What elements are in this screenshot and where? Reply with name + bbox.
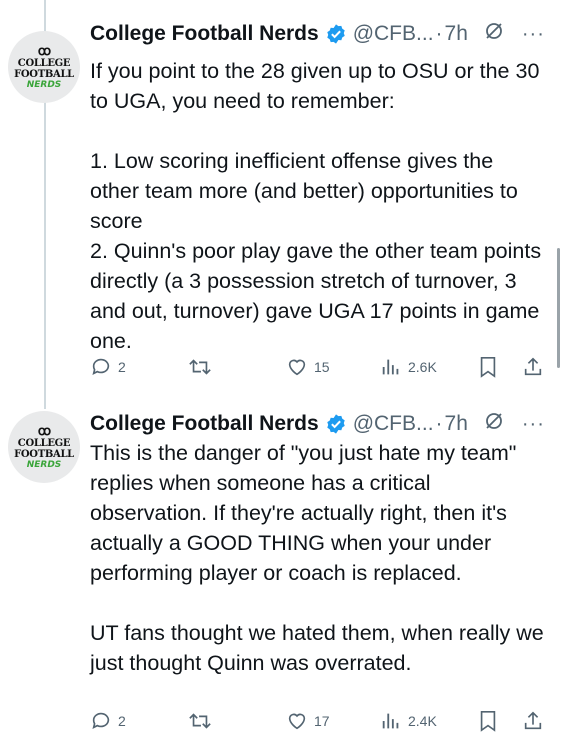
- reply-button[interactable]: 2: [90, 356, 126, 378]
- tweet-actions: 2 17 2.4K: [90, 710, 552, 740]
- views-icon: [382, 713, 399, 729]
- bookmark-button[interactable]: [478, 356, 498, 378]
- reply-icon: [92, 358, 110, 375]
- tweet-text: If you point to the 28 given up to OSU o…: [90, 59, 542, 353]
- views-count: 2.4K: [408, 713, 437, 729]
- avatar-text-football: FOOTBALL: [14, 448, 74, 460]
- avatar-text-college: COLLEGE: [17, 437, 71, 449]
- timestamp[interactable]: 7h: [445, 22, 468, 46]
- reply-count: 2: [118, 713, 126, 729]
- views-button[interactable]: 2.4K: [380, 710, 437, 732]
- reply-icon: [92, 712, 110, 729]
- grok-icon[interactable]: [484, 411, 504, 437]
- avatar[interactable]: ꝏ COLLEGE FOOTBALL NERDS: [8, 411, 80, 483]
- like-count: 15: [314, 359, 330, 375]
- views-count: 2.6K: [408, 359, 437, 375]
- retweet-icon: [189, 713, 211, 729]
- tweet-header: College Football Nerds @CFB... · 7h ···: [90, 406, 554, 442]
- views-button[interactable]: 2.6K: [380, 356, 437, 378]
- avatar-text-football: FOOTBALL: [14, 68, 74, 80]
- separator-dot: ·: [435, 412, 443, 435]
- like-count: 17: [314, 713, 330, 729]
- share-icon: [524, 357, 542, 376]
- more-icon[interactable]: ···: [522, 23, 545, 46]
- bookmark-icon: [480, 711, 496, 732]
- timestamp[interactable]: 7h: [445, 412, 468, 436]
- tweet-actions: 2 15 2.6K: [90, 356, 552, 386]
- reply-button[interactable]: 2: [90, 710, 126, 732]
- avatar-text-college: COLLEGE: [17, 57, 71, 69]
- avatar[interactable]: ꝏ COLLEGE FOOTBALL NERDS: [8, 31, 80, 103]
- tweet-header: College Football Nerds @CFB... · 7h ···: [90, 16, 554, 52]
- share-button[interactable]: [522, 356, 544, 378]
- share-icon: [524, 711, 542, 730]
- bookmark-icon: [480, 357, 496, 378]
- author-handle[interactable]: @CFB...: [353, 412, 434, 436]
- like-icon: [288, 359, 306, 376]
- grok-icon[interactable]: [484, 21, 504, 47]
- bookmark-button[interactable]: [478, 710, 498, 732]
- reply-count: 2: [118, 359, 126, 375]
- more-icon[interactable]: ···: [522, 413, 545, 436]
- tweet-1[interactable]: ꝏ COLLEGE FOOTBALL NERDS College Footbal…: [0, 16, 562, 406]
- author-name[interactable]: College Football Nerds: [90, 22, 319, 46]
- avatar-text-nerds: NERDS: [26, 459, 62, 470]
- retweet-button[interactable]: [188, 710, 212, 732]
- share-button[interactable]: [522, 710, 544, 732]
- like-button[interactable]: 17: [286, 710, 330, 732]
- verified-icon: [326, 24, 345, 44]
- glasses-icon: ꝏ: [37, 43, 51, 59]
- verified-icon: [326, 414, 345, 434]
- tweet-text: This is the danger of "you just hate my …: [90, 441, 544, 675]
- author-handle[interactable]: @CFB...: [353, 22, 434, 46]
- like-button[interactable]: 15: [286, 356, 330, 378]
- like-icon: [288, 713, 306, 730]
- views-icon: [382, 359, 399, 375]
- glasses-icon: ꝏ: [37, 423, 51, 439]
- author-name[interactable]: College Football Nerds: [90, 412, 319, 436]
- tweet-2[interactable]: ꝏ COLLEGE FOOTBALL NERDS College Footbal…: [0, 406, 562, 750]
- separator-dot: ·: [435, 22, 443, 45]
- retweet-button[interactable]: [188, 356, 212, 378]
- retweet-icon: [189, 359, 211, 375]
- avatar-text-nerds: NERDS: [26, 79, 62, 90]
- scrollbar[interactable]: [557, 248, 560, 368]
